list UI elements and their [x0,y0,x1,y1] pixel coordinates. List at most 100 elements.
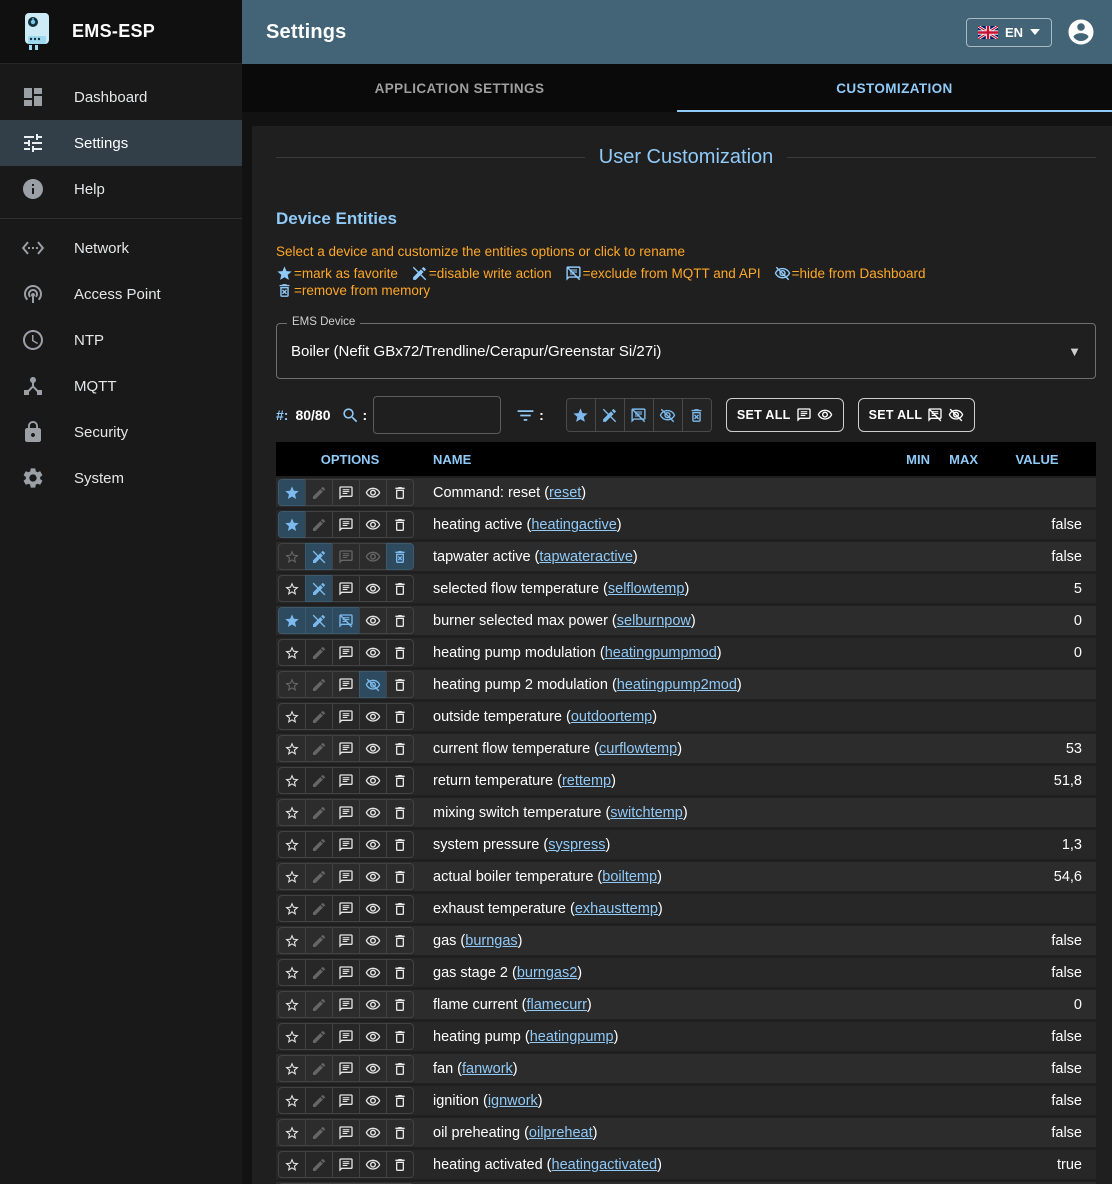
option-delete-button[interactable] [386,799,414,826]
table-row[interactable]: flame current (flamecurr) 0 [276,990,1096,1019]
option-eye-button[interactable] [359,927,387,954]
option-star-outline-button[interactable] [278,1119,306,1146]
option-edit-button[interactable] [305,863,333,890]
table-row[interactable]: selected flow temperature (selflowtemp) … [276,574,1096,603]
option-comment-button[interactable] [332,703,360,730]
option-star-outline-button[interactable] [278,735,306,762]
option-comment-button[interactable] [332,767,360,794]
option-star-outline-button[interactable] [278,1023,306,1050]
option-edit-button[interactable] [305,479,333,506]
table-row[interactable]: ignition (ignwork) false [276,1086,1096,1115]
table-row[interactable]: gas stage 2 (burngas2) false [276,958,1096,987]
option-star-outline-button[interactable] [278,671,306,698]
entity-link[interactable]: oilpreheat [529,1125,593,1141]
option-eye-button[interactable] [359,767,387,794]
option-edit-button[interactable] [305,671,333,698]
filter-edit-off-button[interactable] [595,398,625,432]
entity-link[interactable]: exhausttemp [575,901,658,917]
filter-eye-off-button[interactable] [653,398,683,432]
entity-link[interactable]: heatingpumpmod [605,645,717,661]
option-comment-off-button[interactable] [332,607,360,634]
option-comment-button[interactable] [332,991,360,1018]
option-edit-button[interactable] [305,1055,333,1082]
option-eye-button[interactable] [359,639,387,666]
table-row[interactable]: heating pump (heatingpump) false [276,1022,1096,1051]
option-delete-button[interactable] [386,639,414,666]
option-comment-button[interactable] [332,1119,360,1146]
entity-link[interactable]: fanwork [462,1061,513,1077]
account-icon[interactable] [1066,17,1096,47]
option-delete-button[interactable] [386,1087,414,1114]
option-star-outline-button[interactable] [278,575,306,602]
option-comment-button[interactable] [332,1087,360,1114]
option-delete-button[interactable] [386,767,414,794]
entity-link[interactable]: heatingpump2mod [617,677,737,693]
entity-link[interactable]: tapwateractive [539,549,633,565]
table-row[interactable]: exhaust temperature (exhausttemp) [276,894,1096,923]
table-row[interactable]: heating pump modulation (heatingpumpmod)… [276,638,1096,667]
option-comment-button[interactable] [332,671,360,698]
table-row[interactable]: heating pump 2 modulation (heatingpump2m… [276,670,1096,699]
entity-link[interactable]: curflowtemp [599,741,677,757]
option-comment-button[interactable] [332,511,360,538]
set-all-button-1[interactable]: SET ALL [726,398,844,432]
option-delete-button[interactable] [386,1151,414,1178]
sidebar-item-security[interactable]: Security [0,409,242,455]
option-comment-button[interactable] [332,735,360,762]
entity-link[interactable]: burngas [465,933,517,949]
option-edit-button[interactable] [305,895,333,922]
option-edit-button[interactable] [305,767,333,794]
option-edit-button[interactable] [305,1023,333,1050]
option-eye-button[interactable] [359,831,387,858]
option-delete-button[interactable] [386,1023,414,1050]
sidebar-item-access-point[interactable]: Access Point [0,271,242,317]
option-star-outline-button[interactable] [278,799,306,826]
option-star-outline-button[interactable] [278,895,306,922]
table-row[interactable]: mixing switch temperature (switchtemp) [276,798,1096,827]
entity-link[interactable]: burngas2 [517,965,577,981]
option-edit-button[interactable] [305,1119,333,1146]
table-row[interactable]: Command: reset (reset) [276,478,1096,507]
option-delete-forever-button[interactable] [386,543,414,570]
option-star-outline-button[interactable] [278,543,306,570]
option-eye-button[interactable] [359,1023,387,1050]
entity-link[interactable]: reset [549,485,581,501]
entity-link[interactable]: flamecurr [526,997,586,1013]
option-comment-button[interactable] [332,639,360,666]
option-delete-button[interactable] [386,927,414,954]
language-selector[interactable]: EN [966,18,1052,47]
option-delete-button[interactable] [386,607,414,634]
option-comment-button[interactable] [332,1151,360,1178]
option-comment-button[interactable] [332,831,360,858]
entity-link[interactable]: heatingpump [530,1029,614,1045]
search-input[interactable] [373,396,501,434]
option-star-outline-button[interactable] [278,703,306,730]
ems-device-select[interactable]: EMS Device Boiler (Nefit GBx72/Trendline… [276,323,1096,379]
set-all-button-2[interactable]: SET ALL [858,398,976,432]
filter-delete-forever-button[interactable] [682,398,712,432]
option-comment-button[interactable] [332,895,360,922]
option-comment-button[interactable] [332,927,360,954]
sidebar-item-network[interactable]: Network [0,225,242,271]
option-comment-button[interactable] [332,1055,360,1082]
entity-link[interactable]: switchtemp [610,805,683,821]
option-edit-button[interactable] [305,1151,333,1178]
option-edit-button[interactable] [305,1087,333,1114]
entity-link[interactable]: rettemp [562,773,611,789]
option-delete-button[interactable] [386,479,414,506]
option-star-outline-button[interactable] [278,927,306,954]
option-eye-button[interactable] [359,735,387,762]
tab-application-settings[interactable]: APPLICATION SETTINGS [242,64,677,112]
option-eye-button[interactable] [359,863,387,890]
option-eye-button[interactable] [359,511,387,538]
filter-comment-off-button[interactable] [624,398,654,432]
table-row[interactable]: oil preheating (oilpreheat) false [276,1118,1096,1147]
option-delete-button[interactable] [386,959,414,986]
sidebar-item-ntp[interactable]: NTP [0,317,242,363]
option-edit-button[interactable] [305,831,333,858]
entity-link[interactable]: selflowtemp [608,581,685,597]
option-eye-button[interactable] [359,703,387,730]
entity-link[interactable]: heatingactive [531,517,616,533]
filter-star-button[interactable] [566,398,596,432]
sidebar-item-dashboard[interactable]: Dashboard [0,74,242,120]
